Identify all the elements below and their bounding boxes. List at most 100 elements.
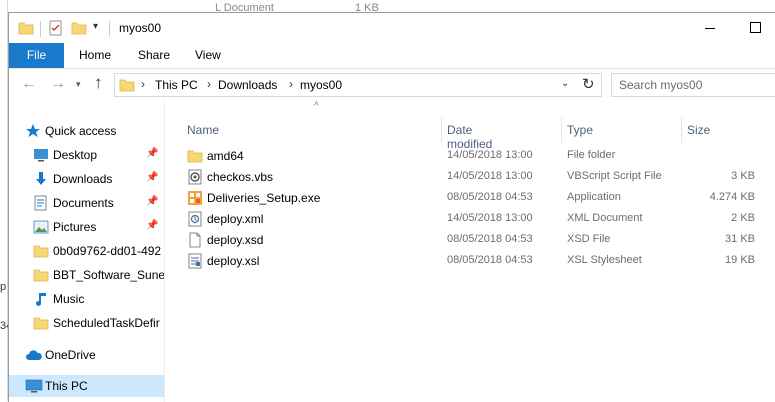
sidebar-item-label: BBT_Software_Sune bbox=[53, 268, 165, 282]
computer-icon bbox=[25, 378, 43, 397]
sidebar-item-desktop[interactable]: Desktop 📌 bbox=[9, 144, 164, 166]
pin-icon[interactable]: 📌 bbox=[146, 172, 158, 183]
file-size: 19 KB bbox=[725, 254, 755, 266]
file-type: XSL Stylesheet bbox=[567, 254, 642, 266]
properties-icon[interactable] bbox=[48, 20, 64, 39]
recent-locations-icon[interactable]: ▾ bbox=[76, 79, 81, 90]
vbscript-file-icon bbox=[187, 169, 203, 188]
table-row[interactable]: Deliveries_Setup.exe 08/05/2018 04:53 Ap… bbox=[179, 188, 759, 209]
sidebar-item-quick-access[interactable]: Quick access bbox=[9, 120, 164, 142]
search-input[interactable]: Search myos00 bbox=[611, 73, 775, 97]
file-date: 08/05/2018 04:53 bbox=[447, 191, 533, 203]
pictures-icon bbox=[33, 219, 49, 238]
pin-icon[interactable]: 📌 bbox=[146, 148, 158, 159]
folder-icon bbox=[119, 77, 135, 96]
file-size: 31 KB bbox=[725, 233, 755, 245]
sidebar-item-downloads[interactable]: Downloads 📌 bbox=[9, 168, 164, 190]
xsl-file-icon bbox=[187, 253, 203, 272]
download-arrow-icon bbox=[33, 171, 49, 190]
star-icon bbox=[25, 123, 41, 142]
pin-icon[interactable]: 📌 bbox=[146, 220, 158, 231]
sidebar-item-music[interactable]: Music bbox=[9, 288, 164, 310]
file-type: XML Document bbox=[567, 212, 643, 224]
breadcrumb-this-pc[interactable]: This PC bbox=[155, 78, 198, 92]
chevron-right-icon[interactable]: › bbox=[141, 77, 145, 91]
toolbar-separator bbox=[109, 21, 110, 37]
new-folder-icon[interactable] bbox=[71, 20, 87, 39]
file-size: 3 KB bbox=[731, 170, 755, 182]
background-edge-text: p bbox=[0, 281, 7, 293]
up-arrow-icon[interactable]: ↑ bbox=[94, 73, 103, 93]
sidebar-item-this-pc[interactable]: This PC bbox=[9, 375, 164, 397]
breadcrumb-myos00[interactable]: myos00 bbox=[300, 78, 342, 92]
sidebar-item-onedrive[interactable]: OneDrive bbox=[9, 344, 164, 366]
file-name: checkos.vbs bbox=[207, 170, 274, 184]
file-size: 2 KB bbox=[731, 212, 755, 224]
file-name: deploy.xml bbox=[207, 212, 264, 226]
address-history-icon[interactable]: ⌄ bbox=[561, 78, 569, 89]
sidebar-item-label: This PC bbox=[45, 379, 88, 393]
minimize-icon bbox=[705, 28, 715, 29]
sidebar-item-label: OneDrive bbox=[45, 348, 96, 362]
tab-share[interactable]: Share bbox=[138, 43, 170, 68]
cloud-icon bbox=[25, 347, 43, 366]
ribbon-tabs: File Home Share View bbox=[9, 43, 775, 69]
sidebar-item-folder-bbt-software[interactable]: BBT_Software_Sune bbox=[9, 264, 165, 286]
file-date: 14/05/2018 13:00 bbox=[447, 149, 533, 161]
sidebar-item-pictures[interactable]: Pictures 📌 bbox=[9, 216, 164, 238]
navigation-pane: Quick access Desktop 📌 Downloads 📌 Docum… bbox=[9, 101, 169, 402]
table-row[interactable]: deploy.xml 14/05/2018 13:00 XML Document… bbox=[179, 209, 759, 230]
sidebar-item-label: 0b0d9762-dd01-492 bbox=[53, 244, 162, 258]
table-row[interactable]: deploy.xsd 08/05/2018 04:53 XSD File 31 … bbox=[179, 230, 759, 251]
folder-icon bbox=[33, 243, 49, 262]
column-divider[interactable] bbox=[561, 117, 562, 143]
forward-arrow-icon[interactable]: → bbox=[50, 75, 66, 93]
table-row[interactable]: checkos.vbs 14/05/2018 13:00 VBScript Sc… bbox=[179, 167, 759, 188]
tab-view[interactable]: View bbox=[195, 43, 221, 68]
background-window-edge bbox=[0, 0, 8, 401]
column-divider[interactable] bbox=[681, 117, 682, 143]
address-bar[interactable]: › This PC › Downloads › myos00 ⌄ ↻ bbox=[114, 73, 602, 97]
chevron-right-icon[interactable]: › bbox=[289, 77, 293, 91]
maximize-button[interactable] bbox=[737, 16, 775, 40]
breadcrumb-downloads[interactable]: Downloads bbox=[218, 78, 277, 92]
folder-icon bbox=[33, 267, 49, 286]
sidebar-item-label: Music bbox=[53, 292, 85, 306]
file-name: deploy.xsd bbox=[207, 233, 264, 247]
file-date: 08/05/2018 04:53 bbox=[447, 233, 533, 245]
minimize-button[interactable] bbox=[690, 16, 730, 40]
table-row[interactable]: amd64 14/05/2018 13:00 File folder bbox=[179, 146, 759, 167]
sidebar-item-label: Quick access bbox=[45, 124, 117, 138]
folder-icon bbox=[33, 315, 49, 334]
sidebar-divider bbox=[164, 101, 165, 402]
pin-icon[interactable]: 📌 bbox=[146, 196, 158, 207]
sidebar-item-folder-scheduled-task[interactable]: ScheduledTaskDefir bbox=[9, 312, 164, 334]
maximize-icon bbox=[750, 22, 761, 33]
refresh-icon[interactable]: ↻ bbox=[582, 75, 595, 93]
window-title: myos00 bbox=[119, 21, 162, 35]
tab-file[interactable]: File bbox=[9, 43, 64, 68]
file-type: Application bbox=[567, 191, 621, 203]
explorer-window: ▾ myos00 File Home Share View ← → ▾ ↑ › … bbox=[8, 12, 775, 402]
file-date: 08/05/2018 04:53 bbox=[447, 254, 533, 266]
folder-icon bbox=[18, 20, 34, 39]
file-type: VBScript Script File bbox=[567, 170, 662, 182]
navigation-bar: ← → ▾ ↑ › This PC › Downloads › myos00 ⌄… bbox=[9, 69, 775, 101]
title-bar[interactable]: ▾ myos00 bbox=[9, 13, 775, 43]
table-row[interactable]: deploy.xsl 08/05/2018 04:53 XSL Styleshe… bbox=[179, 251, 759, 272]
column-divider[interactable] bbox=[441, 117, 442, 143]
desktop-icon bbox=[33, 147, 49, 166]
music-note-icon bbox=[33, 291, 49, 310]
xml-file-icon bbox=[187, 211, 203, 230]
tab-home[interactable]: Home bbox=[79, 43, 111, 68]
sort-ascending-icon: ^ bbox=[314, 101, 319, 112]
customize-toolbar-icon[interactable]: ▾ bbox=[93, 21, 98, 32]
chevron-right-icon[interactable]: › bbox=[207, 77, 211, 91]
sidebar-item-folder-0b0d9762[interactable]: 0b0d9762-dd01-492 bbox=[9, 240, 164, 262]
file-name: amd64 bbox=[207, 149, 244, 163]
back-arrow-icon[interactable]: ← bbox=[21, 75, 37, 93]
file-name: Deliveries_Setup.exe bbox=[207, 191, 321, 205]
sidebar-item-documents[interactable]: Documents 📌 bbox=[9, 192, 164, 214]
search-placeholder: Search myos00 bbox=[619, 78, 703, 92]
blank-file-icon bbox=[187, 232, 203, 251]
